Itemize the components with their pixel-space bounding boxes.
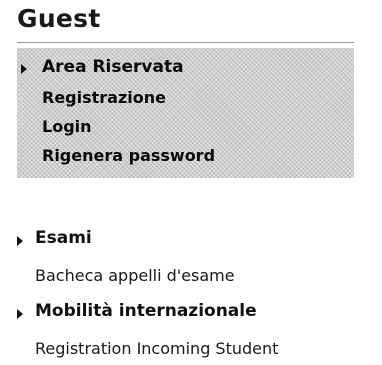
triangle-right-icon (17, 236, 23, 246)
title-divider (17, 42, 354, 43)
regenerate-password-link[interactable]: Rigenera password (42, 146, 215, 165)
triangle-right-icon (17, 309, 23, 319)
menu-title: Guest (17, 4, 101, 33)
exams-section-header[interactable]: Esami (35, 228, 92, 248)
incoming-student-registration-link[interactable]: Registration Incoming Student (35, 339, 278, 358)
login-link[interactable]: Login (42, 117, 92, 136)
triangle-right-icon (21, 64, 27, 74)
exam-board-link[interactable]: Bacheca appelli d'esame (35, 266, 235, 285)
registration-link[interactable]: Registrazione (42, 88, 166, 107)
reserved-area-header[interactable]: Area Riservata (42, 57, 184, 77)
international-mobility-header[interactable]: Mobilità internazionale (35, 301, 257, 321)
